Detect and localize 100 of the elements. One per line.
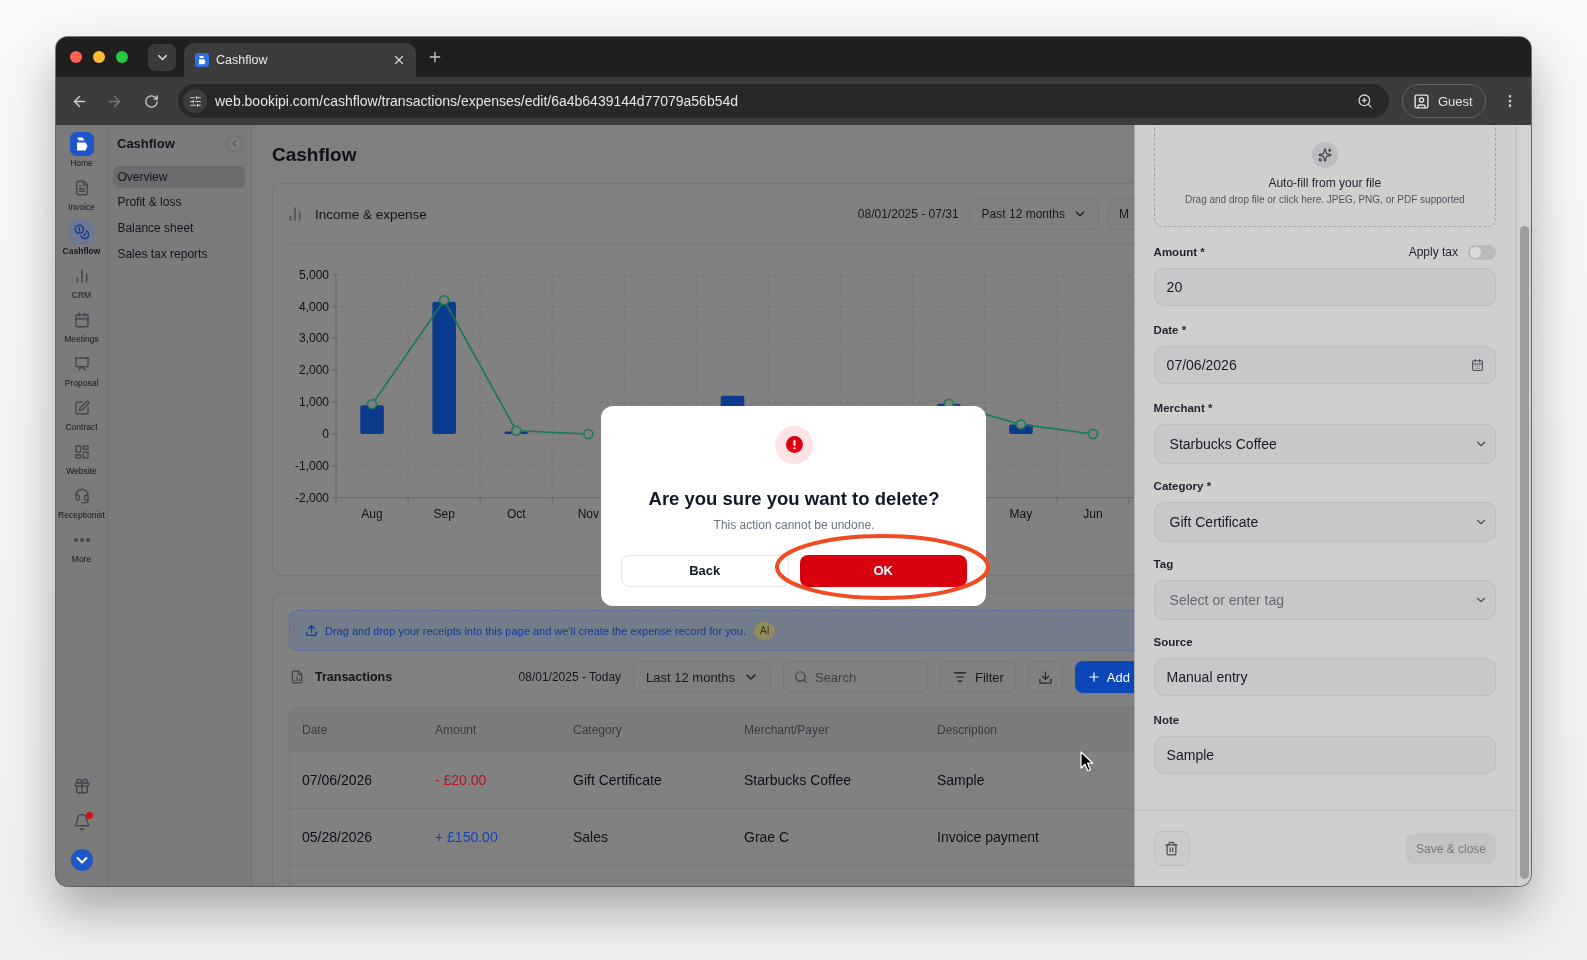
y-axis-label: 1,000 — [298, 395, 329, 410]
address-bar[interactable]: web.bookipi.com/cashflow/transactions/expenses/edit/6a4b6439144d77079a56b54d — [178, 84, 1389, 118]
rail-item[interactable]: Website — [56, 440, 107, 484]
file-dropzone[interactable]: Auto-fill from your file Drag and drop file or click here. JPEG, PNG, or PDF supported — [1153, 125, 1496, 227]
field-label: Date * — [1153, 324, 1187, 336]
dialog-title: Are you sure you want to delete? — [648, 488, 940, 509]
site-settings-icon[interactable] — [183, 89, 207, 113]
text-input[interactable]: Manual entry — [1153, 658, 1496, 696]
rail-item[interactable]: Meetings — [56, 308, 107, 352]
x-axis-label: Oct — [506, 506, 526, 521]
card-title: Income & expense — [315, 206, 427, 222]
y-axis-label: 4,000 — [298, 299, 329, 314]
column-header: Date — [301, 722, 329, 737]
section-title: Transactions — [315, 670, 393, 684]
x-axis-label: Nov — [577, 506, 599, 521]
search-field[interactable]: Search — [782, 661, 928, 693]
period-dropdown[interactable]: Past 12 months — [968, 198, 1099, 230]
download-icon — [1037, 669, 1053, 685]
rail-item[interactable]: CRM — [56, 264, 107, 308]
chevron-circle-icon[interactable] — [70, 849, 93, 871]
toggle-switch[interactable] — [1468, 244, 1496, 260]
dropdown-select[interactable]: Starbucks Coffee — [1153, 424, 1496, 464]
confirm-button[interactable]: OK — [799, 554, 967, 587]
period-dropdown[interactable]: Last 12 months — [633, 661, 771, 693]
add-button[interactable]: Add — [1074, 661, 1134, 693]
dialog-message: This action cannot be undone. — [713, 517, 875, 532]
dropdown-select[interactable]: Gift Certificate — [1153, 502, 1496, 542]
date-range-text: 08/01/2025 - 07/31 — [857, 207, 959, 221]
bar-chart-icon — [287, 206, 303, 222]
sidebar-title: Cashflow — [117, 136, 175, 151]
rail-item[interactable]: Invoice — [56, 176, 107, 220]
y-axis-label: 3,000 — [298, 331, 329, 346]
table-cell-text: Invoice payment — [936, 829, 1040, 845]
field-label: Amount * — [1153, 246, 1205, 258]
dropdown-select[interactable]: Select or enter tag — [1153, 580, 1496, 620]
field-label: Merchant * — [1153, 402, 1213, 414]
ai-badge: AI — [753, 621, 776, 640]
y-axis-label: 5,000 — [298, 267, 329, 282]
sidebar-item[interactable]: Overview — [113, 165, 245, 188]
x-axis-label: May — [1009, 506, 1033, 521]
sparkle-icon — [1311, 141, 1338, 168]
window-maximize-icon[interactable] — [116, 51, 128, 63]
rail-item[interactable]: Proposal — [56, 352, 107, 396]
table-cell-text: 07/06/2026 — [301, 772, 374, 788]
window-close-icon[interactable] — [70, 51, 82, 63]
sidebar-item[interactable]: Profit & loss — [113, 191, 245, 214]
y-axis-label: 2,000 — [298, 363, 329, 378]
alert-icon — [775, 425, 813, 464]
y-axis-label: -1,000 — [294, 458, 329, 473]
scrollbar-thumb[interactable] — [1520, 226, 1529, 879]
chart-point — [1015, 419, 1027, 430]
field-label: Tag — [1153, 558, 1174, 570]
column-header: Description — [936, 722, 999, 737]
date-input[interactable]: 07/06/2026 — [1153, 346, 1496, 384]
zoom-icon[interactable] — [1357, 93, 1373, 109]
rail-item[interactable]: Cashflow — [56, 220, 107, 264]
delete-button[interactable] — [1153, 831, 1190, 866]
table-cell-text: 05/28/2026 — [301, 829, 374, 845]
sidebar-item[interactable]: Sales tax reports — [113, 242, 245, 265]
rail-item[interactable]: Home — [56, 132, 107, 176]
page-title: Cashflow — [272, 143, 358, 167]
toggle-label: Apply tax — [1408, 245, 1458, 259]
date-range-text: 08/01/2025 - Today — [518, 670, 622, 684]
y-axis-label: -2,000 — [294, 490, 329, 505]
rail-item[interactable]: More — [56, 528, 107, 572]
table-cell-text: Gift Certificate — [572, 772, 663, 788]
text-input[interactable]: 20 — [1153, 268, 1496, 306]
back-button[interactable]: Back — [621, 554, 789, 587]
sidebar-item[interactable]: Balance sheet — [113, 217, 245, 239]
column-header: Category — [572, 722, 623, 737]
table-cell-text: - £20.00 — [434, 772, 488, 788]
table-cell-text: + £150.00 — [434, 829, 499, 845]
view-button[interactable]: M — [1108, 198, 1134, 230]
upload-icon — [305, 624, 318, 637]
download-button[interactable] — [1027, 661, 1063, 693]
text-input[interactable]: Sample — [1153, 736, 1496, 774]
table-cell-text: Sales — [572, 829, 610, 845]
banner-text: Drag and drop your receipts into this page and we'll create the expense record for you. — [325, 624, 746, 637]
column-header: Amount — [434, 722, 478, 737]
profile-icon — [1413, 92, 1430, 110]
field-label: Category * — [1153, 480, 1212, 492]
y-axis-label: 0 — [322, 426, 329, 441]
favicon-icon — [195, 53, 209, 67]
rail-item[interactable]: Contract — [56, 396, 107, 440]
window-minimize-icon[interactable] — [93, 51, 105, 63]
field-label: Source — [1153, 636, 1193, 648]
new-tab-icon[interactable] — [427, 49, 443, 65]
filter-button[interactable]: Filter — [939, 661, 1016, 693]
plus-icon — [1086, 670, 1101, 684]
x-axis-label: Jun — [1083, 506, 1103, 521]
chart-point — [438, 295, 450, 306]
calendar-icon — [1471, 358, 1484, 372]
table-cell-text: Sample — [936, 772, 986, 788]
filter-icon — [952, 670, 967, 684]
rail-item[interactable]: Receptionist — [56, 484, 107, 528]
tab-search-button[interactable] — [148, 43, 176, 71]
reload-icon[interactable] — [143, 93, 159, 109]
file-chart-icon — [290, 670, 304, 684]
close-icon[interactable] — [392, 53, 406, 67]
browser-tab[interactable]: Cashflow — [184, 43, 416, 77]
